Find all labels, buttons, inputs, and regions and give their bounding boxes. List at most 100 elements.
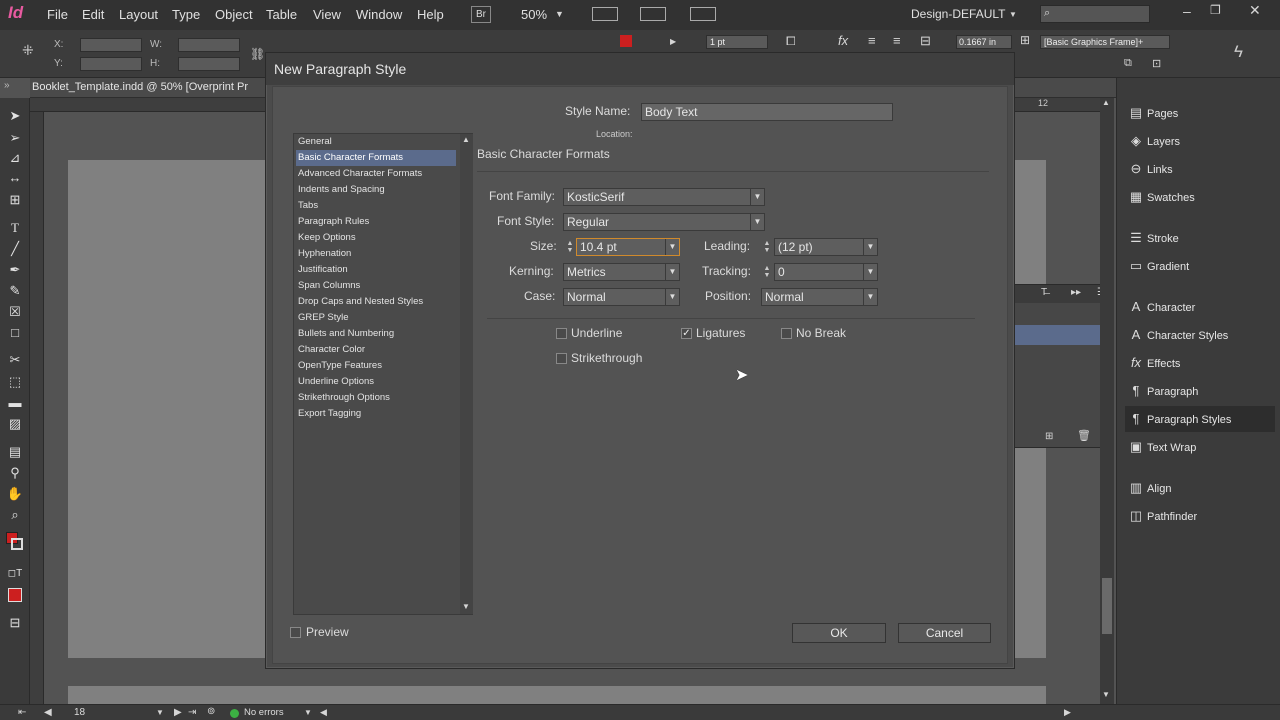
arrange-documents-icon[interactable] bbox=[690, 7, 716, 21]
stroke-box[interactable] bbox=[11, 538, 23, 550]
category-hyphenation[interactable]: Hyphenation bbox=[296, 246, 456, 262]
panel-links[interactable]: ⊖ Links bbox=[1125, 156, 1275, 182]
ok-button[interactable]: OK bbox=[792, 623, 886, 643]
category-strikethrough-options[interactable]: Strikethrough Options bbox=[296, 390, 456, 406]
page-dropdown-icon[interactable]: ▼ bbox=[156, 708, 164, 717]
panel-collapse-icon[interactable]: » bbox=[4, 80, 10, 91]
prev-page-icon[interactable]: ◀ bbox=[44, 707, 52, 718]
scroll-up-icon[interactable]: ▲ bbox=[1102, 98, 1110, 107]
category-opentype-features[interactable]: OpenType Features bbox=[296, 358, 456, 374]
size-stepper-icon[interactable]: ▲ ▼ bbox=[565, 240, 575, 254]
panel-swatches[interactable]: ▦ Swatches bbox=[1125, 184, 1275, 210]
panel-stroke[interactable]: ☰ Stroke bbox=[1125, 225, 1275, 251]
panel-tab-icon[interactable]: T̶ bbox=[1041, 287, 1047, 298]
close-icon[interactable]: ✕ bbox=[1249, 2, 1261, 19]
object-style-icon[interactable]: ⊞ bbox=[1020, 33, 1030, 47]
category-scroll-down-icon[interactable]: ▼ bbox=[462, 602, 470, 611]
zoom-level[interactable]: 50% bbox=[521, 7, 547, 22]
category-scroll-up-icon[interactable]: ▲ bbox=[462, 135, 470, 144]
panel-character-styles[interactable]: A Character Styles bbox=[1125, 322, 1275, 348]
next-page-icon[interactable]: ▶ bbox=[174, 707, 182, 718]
scroll-left-icon[interactable]: ◀ bbox=[320, 707, 327, 718]
page-tool-icon[interactable]: ⊿ bbox=[6, 150, 24, 166]
y-field[interactable] bbox=[80, 57, 142, 71]
panel-paragraph-styles[interactable]: ¶ Paragraph Styles bbox=[1125, 406, 1275, 432]
open-page-icon[interactable]: ⊚ bbox=[207, 706, 215, 717]
hand-tool-icon[interactable]: ✋ bbox=[6, 486, 24, 502]
tracking-field[interactable]: 0 ▼ bbox=[774, 263, 878, 281]
stroke-swatch[interactable] bbox=[620, 35, 632, 47]
category-grep-style[interactable]: GREP Style bbox=[296, 310, 456, 326]
page-number[interactable]: 18 bbox=[74, 707, 85, 718]
category-span-columns[interactable]: Span Columns bbox=[296, 278, 456, 294]
quick-apply-icon[interactable]: ϟ bbox=[1234, 42, 1243, 62]
document-tab[interactable]: Booklet_Template.indd @ 50% [Overprint P… bbox=[32, 81, 248, 93]
cancel-button[interactable]: Cancel bbox=[898, 623, 991, 643]
panel-pages[interactable]: ▤ Pages bbox=[1125, 100, 1275, 126]
category-underline-options[interactable]: Underline Options bbox=[296, 374, 456, 390]
menu-file[interactable]: File bbox=[47, 7, 68, 22]
panel-pathfinder[interactable]: ◫ Pathfinder bbox=[1125, 503, 1275, 529]
font-family-dropdown[interactable]: KosticSerif ▼ bbox=[563, 188, 765, 206]
category-paragraph-rules[interactable]: Paragraph Rules bbox=[296, 214, 456, 230]
preflight-dropdown-icon[interactable]: ▼ bbox=[304, 708, 312, 717]
no-break-checkbox[interactable] bbox=[781, 328, 792, 339]
category-justification[interactable]: Justification bbox=[296, 262, 456, 278]
pen-tool-icon[interactable]: ✒ bbox=[6, 262, 24, 278]
case-dropdown[interactable]: Normal ▼ bbox=[563, 288, 680, 306]
panel-character[interactable]: A Character bbox=[1125, 294, 1275, 320]
gradient-swatch-tool-icon[interactable]: ▬ bbox=[6, 395, 24, 411]
leading-stepper-icon[interactable]: ▲ ▼ bbox=[762, 240, 772, 254]
style-name-field[interactable]: Body Text bbox=[641, 103, 893, 121]
screen-mode-tool-icon[interactable]: ⊟ bbox=[6, 615, 24, 631]
rectangle-frame-tool-icon[interactable]: ☒ bbox=[6, 304, 24, 320]
line-tool-icon[interactable]: ╱ bbox=[6, 241, 24, 257]
category-tabs[interactable]: Tabs bbox=[296, 198, 456, 214]
font-style-dropdown[interactable]: Regular ▼ bbox=[563, 213, 765, 231]
menu-window[interactable]: Window bbox=[356, 7, 402, 22]
zoom-dropdown-icon[interactable]: ▼ bbox=[555, 9, 564, 19]
view-options-icon[interactable] bbox=[592, 7, 618, 21]
last-page-icon[interactable]: ⇥ bbox=[188, 707, 196, 718]
menu-layout[interactable]: Layout bbox=[119, 7, 158, 22]
ligatures-checkbox[interactable]: ✓ bbox=[681, 328, 692, 339]
content-collector-icon[interactable]: ⊞ bbox=[6, 192, 24, 208]
panel-text-wrap[interactable]: ▣ Text Wrap bbox=[1125, 434, 1275, 460]
size-field[interactable]: 10.4 pt ▼ bbox=[576, 238, 680, 256]
position-dropdown[interactable]: Normal ▼ bbox=[761, 288, 878, 306]
wrap-icon[interactable]: ⊟ bbox=[920, 33, 931, 49]
category-indents-and-spacing[interactable]: Indents and Spacing bbox=[296, 182, 456, 198]
free-transform-tool-icon[interactable]: ⬚ bbox=[6, 374, 24, 390]
category-scrollbar[interactable]: ▲ ▼ bbox=[460, 134, 473, 614]
menu-help[interactable]: Help bbox=[417, 7, 444, 22]
align-center-icon[interactable]: ≡ bbox=[893, 33, 901, 48]
object-style-dropdown[interactable]: [Basic Graphics Frame]+ bbox=[1040, 35, 1170, 49]
panel-paragraph[interactable]: ¶ Paragraph bbox=[1125, 378, 1275, 404]
dialog-title-bar[interactable]: New Paragraph Style bbox=[266, 53, 1014, 85]
new-style-icon[interactable]: ⊞ bbox=[1045, 431, 1053, 442]
minimize-icon[interactable]: – bbox=[1183, 3, 1191, 19]
stroke-arrow-icon[interactable]: ▶ bbox=[670, 37, 676, 46]
category-drop-caps-and-nested-styles[interactable]: Drop Caps and Nested Styles bbox=[296, 294, 456, 310]
category-bullets-and-numbering[interactable]: Bullets and Numbering bbox=[296, 326, 456, 342]
panel-align[interactable]: ▥ Align bbox=[1125, 475, 1275, 501]
preflight-status[interactable]: No errors bbox=[244, 707, 284, 718]
h-field[interactable] bbox=[178, 57, 240, 71]
note-tool-icon[interactable]: ▤ bbox=[6, 444, 24, 460]
panel-expand-icon[interactable]: ▸▸ bbox=[1071, 287, 1081, 298]
kerning-dropdown[interactable]: Metrics ▼ bbox=[563, 263, 680, 281]
scroll-right-icon[interactable]: ▶ bbox=[1064, 707, 1071, 718]
menu-edit[interactable]: Edit bbox=[82, 7, 104, 22]
clear-overrides-icon[interactable]: ⧉ bbox=[1124, 57, 1132, 70]
fit-frame-icon[interactable]: ⧠ bbox=[786, 34, 796, 49]
category-general[interactable]: General bbox=[296, 134, 456, 150]
gap-tool-icon[interactable]: ↔ bbox=[6, 170, 24, 186]
menu-type[interactable]: Type bbox=[172, 7, 200, 22]
direct-selection-tool-icon[interactable]: ➢ bbox=[6, 130, 24, 146]
apply-color-icon[interactable] bbox=[8, 588, 22, 602]
scissors-tool-icon[interactable]: ✂ bbox=[6, 352, 24, 368]
category-advanced-character-formats[interactable]: Advanced Character Formats bbox=[296, 166, 456, 182]
menu-object[interactable]: Object bbox=[215, 7, 253, 22]
formatting-affects-text-icon[interactable]: ◻T bbox=[6, 566, 24, 582]
first-page-icon[interactable]: ⇤ bbox=[18, 707, 26, 718]
